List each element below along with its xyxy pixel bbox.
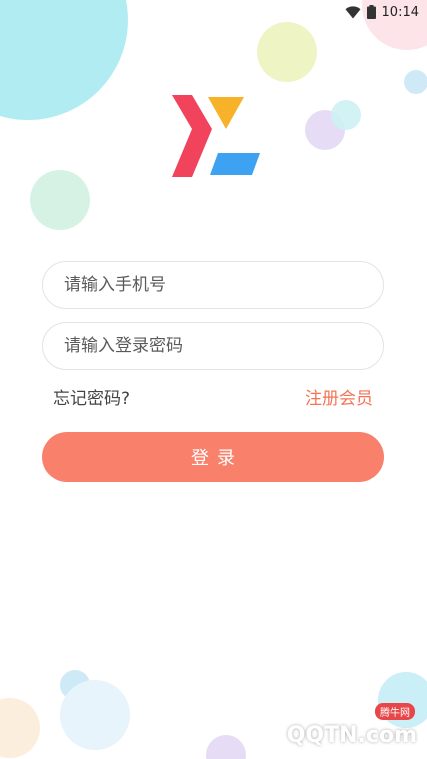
forgot-password-link[interactable]: 忘记密码? <box>53 384 130 409</box>
app-logo <box>172 95 260 177</box>
status-time: 10:14 <box>381 4 419 20</box>
login-screen: 10:14 忘记密码? 注册会员 登录 腾牛网 QQTN.com <box>0 0 427 759</box>
password-input[interactable] <box>62 335 366 357</box>
status-bar: 10:14 <box>345 0 427 24</box>
battery-icon <box>366 5 376 19</box>
watermark: 腾牛网 QQTN.com <box>247 703 417 753</box>
phone-field[interactable] <box>42 261 384 309</box>
decor-bubble-small-blue <box>404 70 427 94</box>
decor-bubble-mint <box>30 170 90 230</box>
watermark-badge: 腾牛网 <box>375 703 415 720</box>
wifi-icon <box>345 5 361 18</box>
decor-bubble-top-left <box>0 0 128 120</box>
login-button[interactable]: 登录 <box>42 432 384 482</box>
decor-bubble-cyan <box>331 100 361 130</box>
decor-bubble-yellow <box>257 22 317 82</box>
decor-bubble-bottom-left-peach <box>0 698 40 758</box>
watermark-brand: QQTN.com <box>286 722 417 748</box>
decor-bubble-bottom-left-blue-big <box>60 680 130 750</box>
password-field[interactable] <box>42 322 384 370</box>
watermark-logo-icon <box>248 718 282 752</box>
phone-input[interactable] <box>62 274 366 296</box>
decor-bubble-bottom-center <box>206 735 246 759</box>
register-link[interactable]: 注册会员 <box>305 384 373 409</box>
